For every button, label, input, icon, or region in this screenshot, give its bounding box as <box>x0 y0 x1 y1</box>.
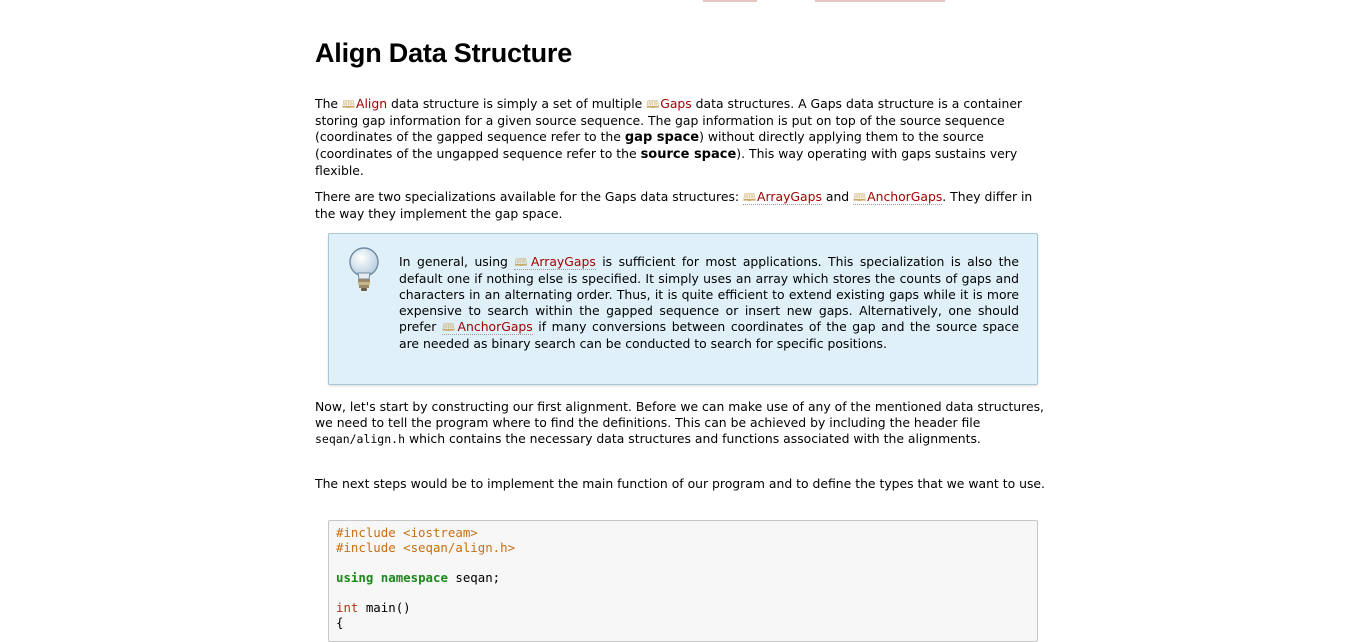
book-icon: 🕮 <box>341 98 355 111</box>
code-line: #include <seqan/align.h> <box>336 540 516 555</box>
text: The <box>315 96 342 111</box>
include-paragraph: Now, let's start by constructing our fir… <box>315 399 1045 447</box>
code-text: main() <box>358 600 411 615</box>
code-line: #include <iostream> <box>336 525 478 540</box>
link-label[interactable]: Gaps <box>660 96 692 111</box>
link-label[interactable]: AnchorGaps <box>458 319 533 334</box>
next-steps-paragraph: The next steps would be to implement the… <box>315 476 1045 491</box>
link-label[interactable]: ArrayGaps <box>757 189 822 204</box>
top-cutoff-line <box>815 0 945 2</box>
anchorgaps-link[interactable]: 🕮 AnchorGaps <box>853 189 943 205</box>
gaps-link[interactable]: 🕮 Gaps <box>646 96 692 111</box>
inline-code: seqan/align.h <box>315 432 406 446</box>
link-label[interactable]: ArrayGaps <box>531 254 596 269</box>
anchorgaps-link[interactable]: 🕮 AnchorGaps <box>441 319 533 335</box>
code-line: { <box>336 615 344 630</box>
text: There are two specializations available … <box>315 189 744 204</box>
specializations-paragraph: There are two specializations available … <box>315 189 1045 222</box>
arraygaps-link[interactable]: 🕮 ArrayGaps <box>514 254 596 270</box>
keyword: namespace <box>380 570 448 585</box>
text: In general, using <box>399 254 515 269</box>
text: and <box>821 189 854 204</box>
book-icon: 🕮 <box>743 191 756 204</box>
source-space-term: source space <box>640 147 737 162</box>
book-icon: 🕮 <box>853 191 866 204</box>
type-keyword: int <box>336 600 359 615</box>
code-text: seqan; <box>447 570 501 585</box>
book-icon: 🕮 <box>514 256 529 269</box>
tip-box: In general, using 🕮 ArrayGaps is sufficie… <box>328 233 1038 385</box>
book-icon: 🕮 <box>646 98 659 111</box>
lightbulb-icon <box>349 247 379 291</box>
book-icon: 🕮 <box>441 321 457 334</box>
top-cutoff-line <box>703 0 757 2</box>
arraygaps-link[interactable]: 🕮 ArrayGaps <box>743 189 822 205</box>
page-title: Align Data Structure <box>315 38 573 68</box>
code-block[interactable]: #include <iostream> #include <seqan/alig… <box>328 520 1038 642</box>
link-label[interactable]: AnchorGaps <box>867 189 942 204</box>
gap-space-term: gap space <box>624 130 700 145</box>
code-line: using namespace seqan; <box>336 570 500 585</box>
link-label[interactable]: Align <box>356 96 387 111</box>
intro-paragraph: The 🕮 Align data structure is simply a se… <box>315 96 1045 179</box>
tip-text: In general, using 🕮 ArrayGaps is sufficie… <box>399 254 1019 352</box>
text: data structure is simply a set of multip… <box>387 96 647 111</box>
code-line: int main() <box>336 600 411 615</box>
text: which contains the necessary data struct… <box>405 431 981 446</box>
text: Now, let's start by constructing our fir… <box>315 399 1044 430</box>
align-link[interactable]: 🕮 Align <box>342 96 387 111</box>
keyword: using <box>336 570 374 585</box>
